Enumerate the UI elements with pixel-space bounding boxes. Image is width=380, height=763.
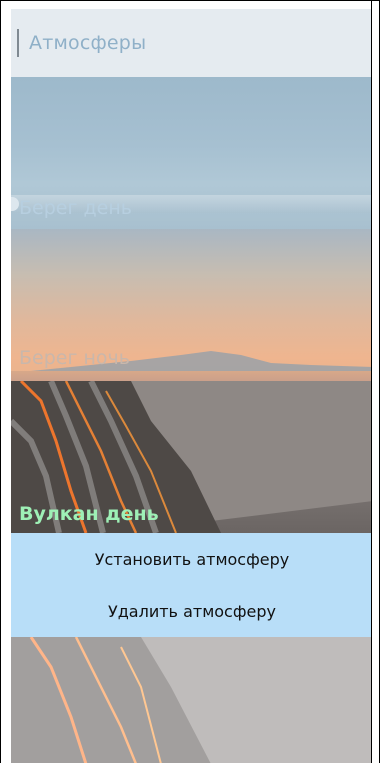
page-title: Атмосферы — [29, 32, 147, 54]
atmosphere-label-selected: Вулкан день — [19, 503, 159, 525]
app-screen: Атмосферы Берег день Берег ночь Вулкан д… — [0, 0, 380, 763]
scrollbar-track[interactable] — [371, 1, 379, 763]
text-cursor — [17, 29, 19, 57]
atmosphere-tile-shore-day[interactable]: Берег день — [11, 77, 373, 229]
atmosphere-label: Берег день — [19, 197, 132, 219]
volcano-image — [11, 637, 373, 763]
water-surface — [11, 371, 373, 381]
install-atmosphere-button[interactable]: Установить атмосферу — [11, 533, 373, 585]
delete-atmosphere-button[interactable]: Удалить атмосферу — [11, 585, 373, 637]
atmosphere-tile-volcano-preview[interactable] — [11, 637, 373, 763]
atmospheres-header: Атмосферы — [11, 9, 373, 77]
atmosphere-action-panel: Установить атмосферу Удалить атмосферу — [11, 533, 373, 637]
atmosphere-tile-shore-night[interactable]: Берег ночь — [11, 229, 373, 381]
atmosphere-label: Берег ночь — [19, 347, 130, 369]
atmosphere-tile-volcano-day[interactable]: Вулкан день — [11, 381, 373, 533]
